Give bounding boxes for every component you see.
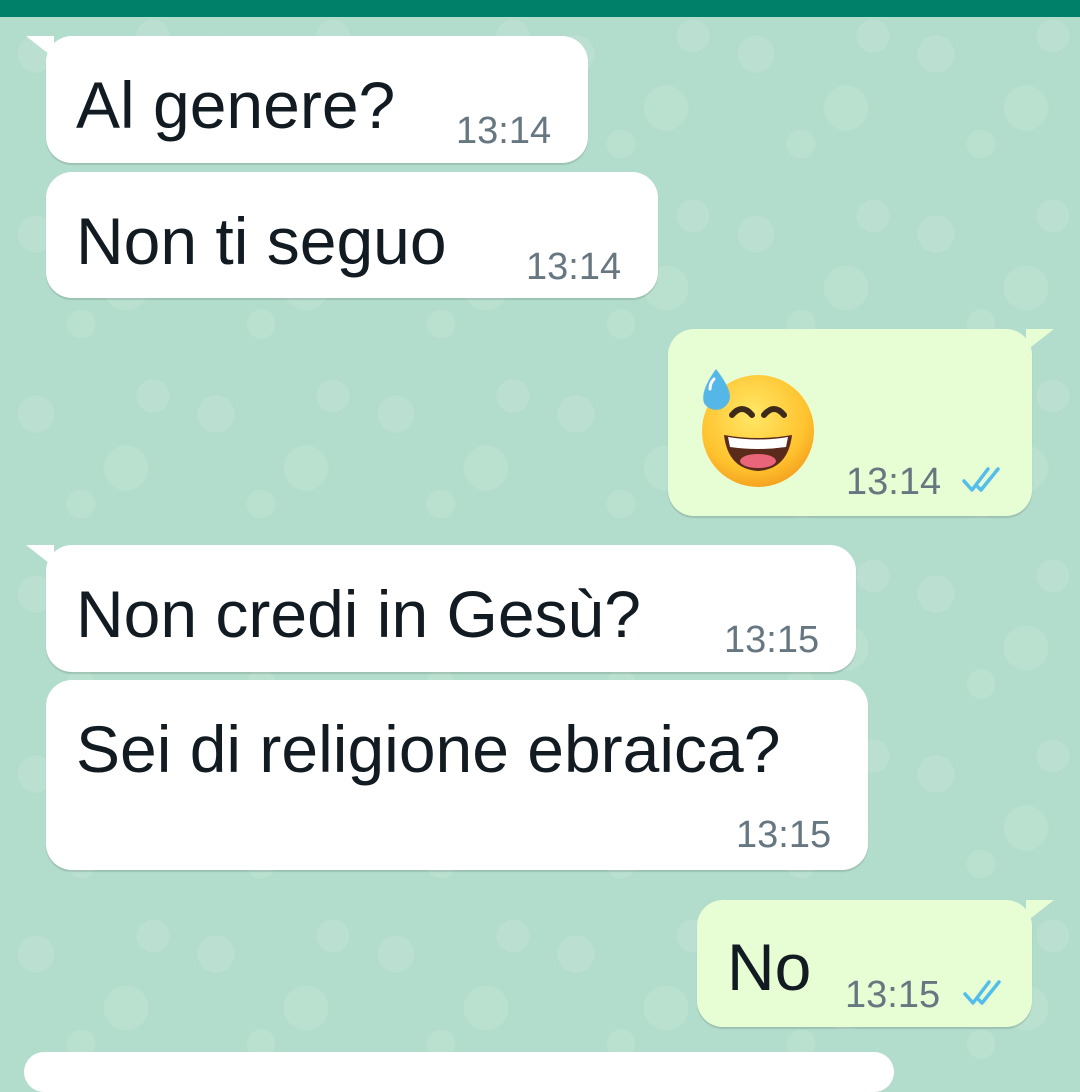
app-header-bar bbox=[0, 0, 1080, 17]
message-time: 13:15 bbox=[736, 814, 832, 856]
message-time: 13:15 bbox=[845, 974, 941, 1016]
grinning-face-with-sweat-emoji bbox=[702, 369, 814, 487]
message-bubble-incoming[interactable]: Al genere? 13:14 bbox=[26, 36, 588, 163]
message-bubble-incoming-partial bbox=[24, 1052, 894, 1092]
double-check-read-icon bbox=[963, 980, 1001, 1005]
message-text: Al genere? bbox=[76, 68, 396, 142]
message-time: 13:14 bbox=[526, 246, 622, 288]
message-bubble-outgoing[interactable]: No 13:15 bbox=[697, 900, 1054, 1027]
message-text: Non ti seguo bbox=[76, 204, 447, 278]
message-time: 13:14 bbox=[846, 461, 942, 503]
double-check-read-icon bbox=[962, 467, 1000, 492]
message-bubble-incoming[interactable]: Sei di religione ebraica? 13:15 bbox=[46, 680, 868, 870]
message-text: Non credi in Gesù? bbox=[76, 577, 641, 651]
message-bubble-outgoing[interactable]: 13:14 bbox=[668, 329, 1054, 516]
message-bubble-incoming[interactable]: Non credi in Gesù? 13:15 bbox=[26, 545, 856, 672]
message-time: 13:14 bbox=[456, 110, 552, 152]
message-text: No bbox=[727, 930, 812, 1004]
message-time: 13:15 bbox=[724, 619, 820, 661]
message-text: Sei di religione ebraica? bbox=[76, 712, 781, 786]
message-bubble-incoming[interactable]: Non ti seguo 13:14 bbox=[46, 172, 658, 298]
